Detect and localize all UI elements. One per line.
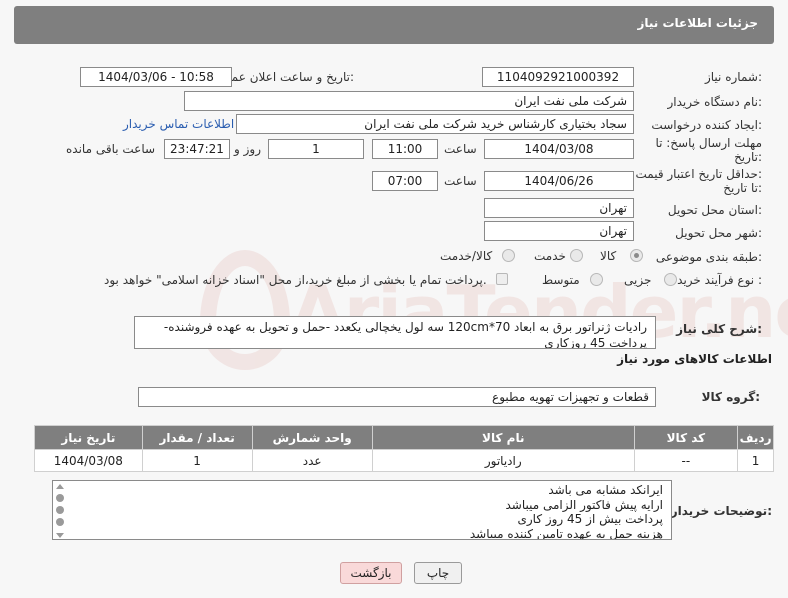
- cell-code: --: [633, 449, 739, 472]
- notes-line: هزینه حمل به عهده تامین کننده میباشد: [469, 526, 663, 540]
- notes-line: ارایه پیش فاکتور الزامی میباشد: [505, 497, 663, 512]
- page-frame: جزئیات اطلاعات نیاز AriaTender.neT شماره…: [0, 0, 788, 598]
- goods-table-header: ردیف کد کالا نام کالا واحد شمارش تعداد /…: [34, 425, 774, 450]
- general-desc-field: رادیات ژنراتور برق به ابعاد 70*120cm سه …: [134, 316, 656, 349]
- scroll-up-icon[interactable]: [56, 484, 64, 489]
- notes-scrollbar[interactable]: [55, 484, 65, 538]
- category-goods-radio[interactable]: [630, 249, 643, 262]
- print-button[interactable]: چاپ: [414, 562, 462, 584]
- process-minor-radio[interactable]: [664, 273, 677, 286]
- process-medium-label: متوسط: [542, 273, 580, 287]
- payment-note: پرداخت تمام یا بخشی از مبلغ خرید،از محل …: [104, 273, 487, 287]
- contact-link[interactable]: اطلاعات تماس خریدار: [123, 117, 234, 131]
- notes-line: پرداخت بیش از 45 روز کاری: [517, 512, 663, 526]
- remaining-time-field: 23:47:21: [164, 139, 230, 159]
- col-unit: واحد شمارش: [251, 425, 373, 450]
- scroll-down-icon[interactable]: [56, 533, 64, 538]
- page-title: جزئیات اطلاعات نیاز: [637, 16, 758, 30]
- announce-field: 1404/03/06 - 10:58: [80, 67, 232, 87]
- cell-date: 1404/03/08: [34, 449, 143, 472]
- notes-line: ایرانکد مشابه می باشد: [548, 483, 663, 497]
- validity-label-1: حداقل تاریخ اعتبار قیمت:: [635, 167, 762, 181]
- category-service-label: خدمت: [534, 249, 566, 263]
- notes-label: توضیحات خریدار:: [670, 504, 772, 518]
- deadline-time-label: ساعت: [444, 142, 477, 156]
- goods-section-title: اطلاعات کالاهای مورد نیاز: [617, 352, 772, 366]
- deadline-label-2: تاریخ:: [734, 150, 762, 164]
- goods-group-field: قطعات و تجهیزات تهویه مطبوع: [138, 387, 656, 407]
- col-date: تاریخ نیاز: [34, 425, 143, 450]
- back-button[interactable]: بازگشت: [340, 562, 402, 584]
- col-row: ردیف: [737, 425, 774, 450]
- buyer-org-field: شرکت ملی نفت ایران: [184, 91, 634, 111]
- validity-date-field: 1404/06/26: [484, 171, 634, 191]
- days-field: 1: [268, 139, 364, 159]
- creator-label: ایجاد کننده درخواست:: [651, 118, 762, 132]
- city-label: شهر محل تحویل:: [675, 226, 762, 240]
- deadline-label-1: مهلت ارسال پاسخ: تا: [655, 136, 762, 150]
- province-field: تهران: [484, 198, 634, 218]
- validity-time-label: ساعت: [444, 174, 477, 188]
- goods-group-label: گروه کالا:: [701, 390, 760, 404]
- header-bar: جزئیات اطلاعات نیاز: [14, 6, 774, 44]
- watermark-logo-icon: [200, 250, 290, 370]
- category-both-radio[interactable]: [502, 249, 515, 262]
- province-label: استان محل تحویل:: [667, 203, 762, 217]
- general-desc-label: شرح کلی نیاز:: [676, 322, 762, 336]
- notes-field: ایرانکد مشابه می باشد ارایه پیش فاکتور ا…: [52, 480, 672, 540]
- need-number-field: 1104092921000392: [482, 67, 634, 87]
- category-goods-label: کالا: [600, 249, 617, 263]
- scroll-thumb-icon[interactable]: [56, 506, 64, 514]
- col-name: نام کالا: [371, 425, 635, 450]
- col-qty: تعداد / مقدار: [141, 425, 253, 450]
- treasury-payment-checkbox[interactable]: [496, 273, 508, 285]
- cell-qty: 1: [141, 449, 253, 472]
- need-number-label: شماره نیاز:: [704, 70, 762, 84]
- deadline-time-field: 11:00: [372, 139, 438, 159]
- process-medium-radio[interactable]: [590, 273, 603, 286]
- process-label: نوع فرآیند خرید :: [677, 273, 762, 287]
- validity-time-field: 07:00: [372, 171, 438, 191]
- goods-table: ردیف کد کالا نام کالا واحد شمارش تعداد /…: [34, 425, 774, 472]
- category-label: طبقه بندی موضوعی:: [655, 250, 762, 264]
- creator-field: سجاد بختیاری کارشناس خرید شرکت ملی نفت ا…: [236, 114, 634, 134]
- validity-label-2: تا تاریخ:: [723, 181, 762, 195]
- city-field: تهران: [484, 221, 634, 241]
- cell-unit: عدد: [251, 449, 373, 472]
- cell-name: رادیاتور: [371, 449, 635, 472]
- cell-row: 1: [737, 449, 774, 472]
- remaining-label: ساعت باقی مانده: [66, 142, 156, 156]
- col-code: کد کالا: [633, 425, 739, 450]
- category-both-label: کالا/خدمت: [440, 249, 493, 263]
- days-label: روز و: [234, 142, 261, 156]
- deadline-date-field: 1404/03/08: [484, 139, 634, 159]
- scroll-dot-icon: [56, 494, 64, 502]
- category-service-radio[interactable]: [570, 249, 583, 262]
- scroll-dot-icon: [56, 518, 64, 526]
- table-row: 1 -- رادیاتور عدد 1 1404/03/08: [34, 449, 774, 472]
- buyer-org-label: نام دستگاه خریدار:: [667, 95, 763, 109]
- process-minor-label: جزیی: [624, 273, 652, 287]
